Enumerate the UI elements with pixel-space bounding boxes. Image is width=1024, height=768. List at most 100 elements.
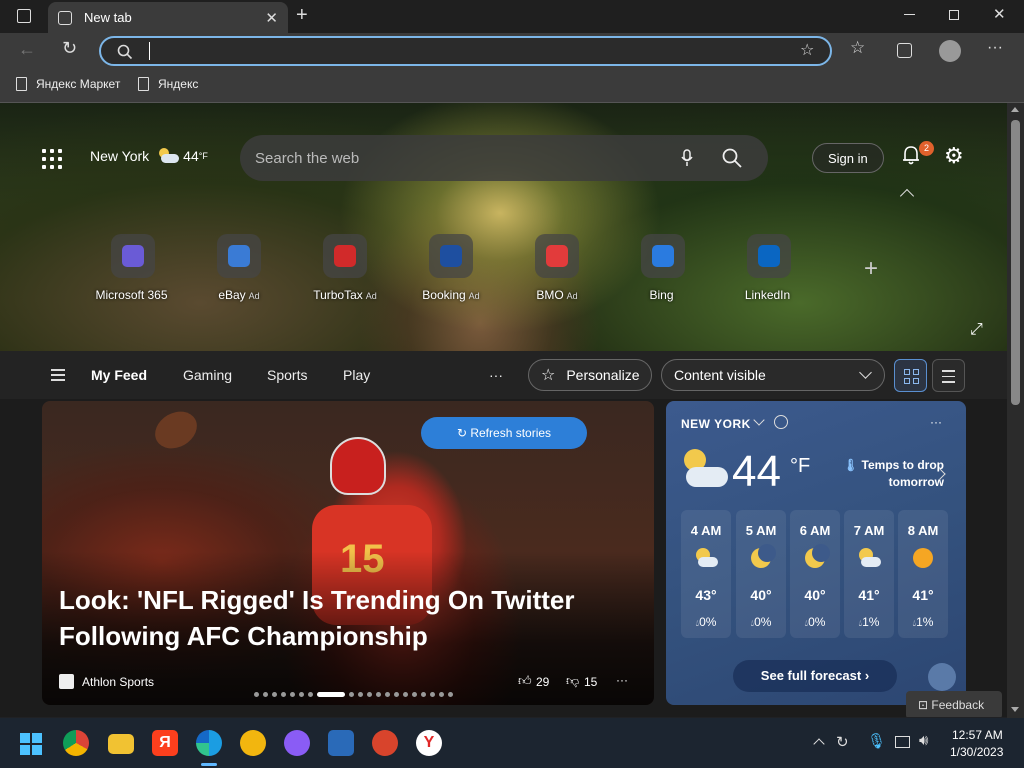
nav-play[interactable]: Play bbox=[343, 367, 370, 383]
address-bar[interactable]: ☆ bbox=[99, 36, 832, 66]
chevron-down-icon[interactable] bbox=[753, 414, 765, 426]
web-search-box[interactable]: Search the web bbox=[240, 135, 768, 181]
nav-gaming[interactable]: Gaming bbox=[183, 367, 232, 383]
weather-more-button[interactable]: ··· bbox=[930, 415, 942, 429]
expand-background-icon[interactable]: ⤢ bbox=[970, 321, 983, 339]
carousel-dot[interactable] bbox=[412, 692, 417, 697]
restore-button[interactable] bbox=[949, 10, 959, 20]
weather-city[interactable]: NEW YORK bbox=[681, 417, 751, 431]
carousel-dot[interactable] bbox=[272, 692, 277, 697]
carousel-dot[interactable] bbox=[430, 692, 435, 697]
yandex-browser-icon[interactable]: Y bbox=[416, 730, 442, 756]
grid-layout-button[interactable] bbox=[894, 359, 927, 392]
new-tab-button[interactable]: + bbox=[296, 4, 308, 27]
close-tab-icon[interactable]: ✕ bbox=[265, 9, 278, 27]
add-quick-link-button[interactable]: + bbox=[864, 255, 878, 283]
carousel-dot[interactable] bbox=[263, 692, 268, 697]
app-launcher-icon[interactable] bbox=[42, 149, 62, 169]
settings-more-button[interactable]: ··· bbox=[987, 39, 1003, 57]
refresh-stories-button[interactable]: ↻ Refresh stories bbox=[421, 417, 587, 449]
tray-chevron-up-icon[interactable] bbox=[813, 738, 825, 750]
feed-menu-icon[interactable] bbox=[51, 369, 65, 381]
story-card[interactable]: 15 ↻ Refresh stories Look: 'NFL Rigged' … bbox=[42, 401, 654, 705]
close-window-button[interactable]: ✕ bbox=[993, 5, 1006, 23]
hourly-forecast-item[interactable]: 7 AM 41° 💧︎1% bbox=[844, 510, 894, 638]
carousel-dot[interactable] bbox=[403, 692, 408, 697]
carousel-dot[interactable] bbox=[254, 692, 259, 697]
collections-button[interactable] bbox=[897, 43, 912, 58]
nav-my-feed[interactable]: My Feed bbox=[91, 367, 147, 383]
content-visibility-dropdown[interactable]: Content visible bbox=[661, 359, 885, 391]
microphone-icon[interactable] bbox=[680, 149, 694, 167]
network-icon[interactable] bbox=[895, 736, 910, 748]
tab-actions-icon[interactable] bbox=[17, 9, 31, 23]
carousel-dot[interactable] bbox=[376, 692, 381, 697]
precip-value: 0% bbox=[754, 615, 772, 629]
thumbs-down-icon[interactable]: 👎︎ bbox=[566, 673, 579, 689]
hourly-forecast-item[interactable]: 4 AM 43° 💧︎0% bbox=[681, 510, 731, 638]
profile-avatar[interactable] bbox=[939, 40, 961, 62]
brave-icon[interactable] bbox=[240, 730, 266, 756]
file-explorer-icon[interactable] bbox=[108, 734, 134, 754]
minimize-button[interactable] bbox=[904, 14, 915, 15]
carousel-dot[interactable] bbox=[281, 692, 286, 697]
carousel-dot[interactable] bbox=[358, 692, 363, 697]
app-icon[interactable] bbox=[328, 730, 354, 756]
windows-start-icon[interactable] bbox=[20, 733, 42, 755]
hourly-forecast-item[interactable]: 6 AM 40° 💧︎0% bbox=[790, 510, 840, 638]
clock-time[interactable]: 12:57 AM bbox=[952, 728, 1003, 742]
chrome-icon[interactable] bbox=[63, 730, 89, 756]
sync-icon[interactable]: ↻ bbox=[836, 733, 849, 751]
see-full-forecast-button[interactable]: See full forecast › bbox=[733, 660, 897, 692]
address-input[interactable] bbox=[149, 42, 449, 60]
scroll-up-arrow[interactable] bbox=[1011, 107, 1019, 112]
feedback-button[interactable]: ⊡ Feedback bbox=[906, 691, 1002, 717]
favorite-yandex[interactable]: Яндекс bbox=[138, 77, 198, 91]
microphone-icon[interactable]: 🎙︎ bbox=[867, 732, 886, 750]
carousel-dot[interactable] bbox=[421, 692, 426, 697]
hour-precip: 💧︎1% bbox=[844, 615, 894, 629]
weather-alert[interactable]: 🌡︎ Temps to drop tomorrow bbox=[834, 457, 944, 491]
scroll-down-arrow[interactable] bbox=[1011, 707, 1019, 712]
carousel-dot[interactable] bbox=[367, 692, 372, 697]
clock-date[interactable]: 1/30/2023 bbox=[950, 745, 1003, 759]
globe-icon[interactable] bbox=[774, 415, 788, 429]
edge-icon[interactable] bbox=[196, 730, 222, 756]
story-more-button[interactable]: ··· bbox=[616, 673, 628, 687]
carousel-dot[interactable] bbox=[385, 692, 390, 697]
hourly-forecast-item[interactable]: 5 AM 40° 💧︎0% bbox=[736, 510, 786, 638]
page-scrollbar[interactable] bbox=[1007, 103, 1024, 718]
hourly-forecast-item[interactable]: 8 AM 41° 💧︎1% bbox=[898, 510, 948, 638]
nav-more-button[interactable]: ··· bbox=[489, 367, 503, 383]
scroll-thumb[interactable] bbox=[1011, 120, 1020, 405]
carousel-dot-active[interactable] bbox=[317, 692, 345, 697]
ccleaner-icon[interactable] bbox=[372, 730, 398, 756]
carousel-dot[interactable] bbox=[349, 692, 354, 697]
carousel-dot[interactable] bbox=[308, 692, 313, 697]
back-button[interactable]: ← bbox=[18, 39, 36, 60]
story-headline[interactable]: Look: 'NFL Rigged' Is Trending On Twitte… bbox=[59, 582, 619, 654]
volume-icon[interactable]: 🔊︎ bbox=[919, 732, 928, 749]
carousel-dot[interactable] bbox=[299, 692, 304, 697]
add-favorite-icon[interactable]: ☆ bbox=[800, 40, 814, 60]
list-layout-button[interactable] bbox=[932, 359, 965, 392]
carousel-dot[interactable] bbox=[448, 692, 453, 697]
carousel-dot[interactable] bbox=[290, 692, 295, 697]
refresh-button[interactable]: ↻ bbox=[62, 38, 77, 59]
sign-in-button[interactable]: Sign in bbox=[812, 143, 884, 173]
settings-gear-icon[interactable]: ⚙ bbox=[944, 143, 964, 169]
thumbs-up-icon[interactable]: 👍︎ bbox=[518, 673, 532, 689]
yandex-icon[interactable]: Я bbox=[152, 730, 178, 756]
header-weather[interactable]: New York 44 °F bbox=[90, 148, 208, 164]
favorite-yandex-market[interactable]: Яндекс Маркет bbox=[16, 77, 120, 91]
favorites-button[interactable]: ☆ bbox=[850, 38, 865, 58]
search-icon[interactable] bbox=[722, 148, 742, 168]
notifications-button[interactable]: 2 bbox=[900, 141, 934, 166]
tab-new-tab[interactable]: New tab ✕ bbox=[48, 2, 288, 33]
alice-icon[interactable] bbox=[284, 730, 310, 756]
nav-sports[interactable]: Sports bbox=[267, 367, 307, 383]
carousel-dot[interactable] bbox=[394, 692, 399, 697]
story-source[interactable]: Athlon Sports bbox=[82, 675, 154, 689]
carousel-dot[interactable] bbox=[439, 692, 444, 697]
personalize-button[interactable]: ☆ Personalize bbox=[528, 359, 652, 391]
